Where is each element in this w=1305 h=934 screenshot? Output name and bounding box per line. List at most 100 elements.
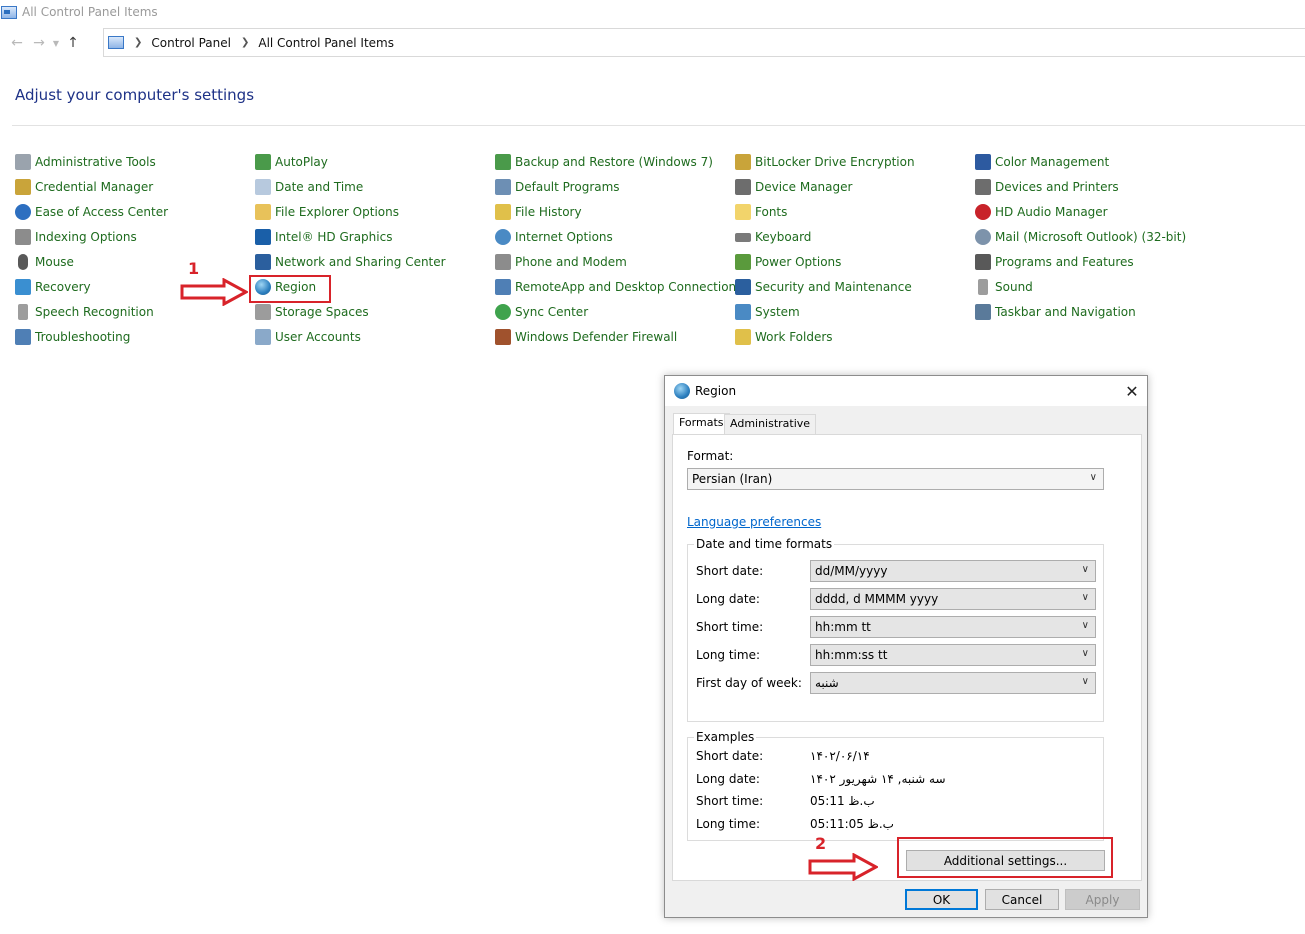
item-default-programs[interactable]: Default Programs (495, 176, 620, 198)
item-sound[interactable]: Sound (975, 276, 1033, 298)
item-remoteapp[interactable]: RemoteApp and Desktop Connections (495, 276, 742, 298)
recovery-icon (15, 279, 31, 295)
item-phone-modem[interactable]: Phone and Modem (495, 251, 627, 273)
tab-administrative[interactable]: Administrative (724, 414, 817, 434)
taskbar-icon (975, 304, 991, 320)
item-internet-options[interactable]: Internet Options (495, 226, 613, 248)
address-bar[interactable]: ❯ Control Panel ❯ All Control Panel Item… (103, 28, 1305, 57)
firewall-icon (495, 329, 511, 345)
up-arrow-icon[interactable]: ↑ (62, 31, 84, 55)
item-credential-manager[interactable]: Credential Manager (15, 176, 153, 198)
item-taskbar-navigation[interactable]: Taskbar and Navigation (975, 301, 1136, 323)
example-short-date-label: Short date: (696, 749, 764, 763)
example-long-date-value: سه شنبه, ۱۴ شهریور ۱۴۰۲ (810, 772, 946, 786)
item-file-history[interactable]: File History (495, 201, 582, 223)
fonts-icon (735, 204, 751, 220)
system-icon (735, 304, 751, 320)
item-indexing-options[interactable]: Indexing Options (15, 226, 137, 248)
mail-icon (975, 229, 991, 245)
item-security-maintenance[interactable]: Security and Maintenance (735, 276, 912, 298)
item-power-options[interactable]: Power Options (735, 251, 841, 273)
item-intel-hd-graphics[interactable]: Intel® HD Graphics (255, 226, 392, 248)
breadcrumb-control-panel[interactable]: Control Panel (151, 36, 231, 50)
item-hd-audio-manager[interactable]: HD Audio Manager (975, 201, 1108, 223)
chevron-down-icon: ∨ (1089, 472, 1097, 483)
forward-arrow-icon[interactable]: → (28, 31, 50, 55)
audio-manager-icon (975, 204, 991, 220)
format-label: Format: (687, 449, 734, 463)
cancel-button[interactable]: Cancel (985, 889, 1059, 910)
item-color-management[interactable]: Color Management (975, 151, 1109, 173)
item-date-and-time[interactable]: Date and Time (255, 176, 363, 198)
recent-locations-chevron-icon[interactable]: ▼ (50, 31, 62, 55)
item-file-explorer-options[interactable]: File Explorer Options (255, 201, 399, 223)
date-time-icon (255, 179, 271, 195)
indexing-options-icon (15, 229, 31, 245)
item-ease-of-access[interactable]: Ease of Access Center (15, 201, 168, 223)
item-fonts[interactable]: Fonts (735, 201, 787, 223)
control-panel-items: Administrative Tools Credential Manager … (15, 151, 1305, 351)
chevron-down-icon: ∨ (1081, 648, 1089, 659)
long-date-label: Long date: (696, 592, 760, 606)
item-storage-spaces[interactable]: Storage Spaces (255, 301, 369, 323)
troubleshooting-icon (15, 329, 31, 345)
item-troubleshooting[interactable]: Troubleshooting (15, 326, 130, 348)
item-programs-features[interactable]: Programs and Features (975, 251, 1134, 273)
device-manager-icon (735, 179, 751, 195)
breadcrumb-all-items[interactable]: All Control Panel Items (258, 36, 394, 50)
ease-of-access-icon (15, 204, 31, 220)
control-panel-icon (1, 5, 17, 19)
item-speech-recognition[interactable]: Speech Recognition (15, 301, 154, 323)
item-work-folders[interactable]: Work Folders (735, 326, 833, 348)
ok-button[interactable]: OK (905, 889, 978, 910)
file-history-icon (495, 204, 511, 220)
breadcrumb-chevron-icon: ❯ (240, 37, 250, 48)
long-time-label: Long time: (696, 648, 761, 662)
mouse-icon (18, 254, 28, 270)
item-user-accounts[interactable]: User Accounts (255, 326, 361, 348)
first-day-of-week-select[interactable]: شنبه ∨ (810, 672, 1096, 694)
chevron-down-icon: ∨ (1081, 620, 1089, 631)
chevron-down-icon: ∨ (1081, 564, 1089, 575)
back-arrow-icon[interactable]: ← (6, 31, 28, 55)
close-icon[interactable]: ✕ (1117, 376, 1147, 406)
item-devices-printers[interactable]: Devices and Printers (975, 176, 1119, 198)
item-recovery[interactable]: Recovery (15, 276, 91, 298)
item-keyboard[interactable]: Keyboard (735, 226, 811, 248)
item-network-sharing[interactable]: Network and Sharing Center (255, 251, 446, 273)
short-time-select[interactable]: hh:mm tt ∨ (810, 616, 1096, 638)
bitlocker-icon (735, 154, 751, 170)
long-date-select[interactable]: dddd, d MMMM yyyy ∨ (810, 588, 1096, 610)
item-bitlocker[interactable]: BitLocker Drive Encryption (735, 151, 915, 173)
item-device-manager[interactable]: Device Manager (735, 176, 852, 198)
apply-button[interactable]: Apply (1065, 889, 1140, 910)
user-accounts-icon (255, 329, 271, 345)
item-administrative-tools[interactable]: Administrative Tools (15, 151, 156, 173)
item-sync-center[interactable]: Sync Center (495, 301, 588, 323)
item-mail[interactable]: Mail (Microsoft Outlook) (32-bit) (975, 226, 1186, 248)
dialog-title: Region (695, 384, 737, 398)
long-time-select[interactable]: hh:mm:ss tt ∨ (810, 644, 1096, 666)
language-preferences-link[interactable]: Language preferences (687, 515, 821, 529)
item-system[interactable]: System (735, 301, 800, 323)
group-title: Examples (694, 730, 757, 744)
window-titlebar: All Control Panel Items (0, 0, 1305, 24)
format-select[interactable]: Persian (Iran) ∨ (687, 468, 1104, 490)
dialog-titlebar: Region ✕ (665, 376, 1147, 406)
tab-formats[interactable]: Formats (673, 413, 730, 435)
item-mouse[interactable]: Mouse (15, 251, 74, 273)
annotation-step-2: 2 (815, 834, 827, 853)
item-windows-firewall[interactable]: Windows Defender Firewall (495, 326, 677, 348)
speaker-icon (978, 279, 988, 295)
folder-options-icon (255, 204, 271, 220)
internet-options-icon (495, 229, 511, 245)
annotation-highlight-additional-settings (897, 837, 1113, 878)
sync-icon (495, 304, 511, 320)
short-date-label: Short date: (696, 564, 764, 578)
short-date-select[interactable]: dd/MM/yyyy ∨ (810, 560, 1096, 582)
item-autoplay[interactable]: AutoPlay (255, 151, 328, 173)
intel-graphics-icon (255, 229, 271, 245)
example-short-time-label: Short time: (696, 794, 764, 808)
item-backup-restore[interactable]: Backup and Restore (Windows 7) (495, 151, 713, 173)
examples-group: Examples Short date: ۱۴۰۲/۰۶/۱۴ Long dat… (687, 730, 1104, 841)
